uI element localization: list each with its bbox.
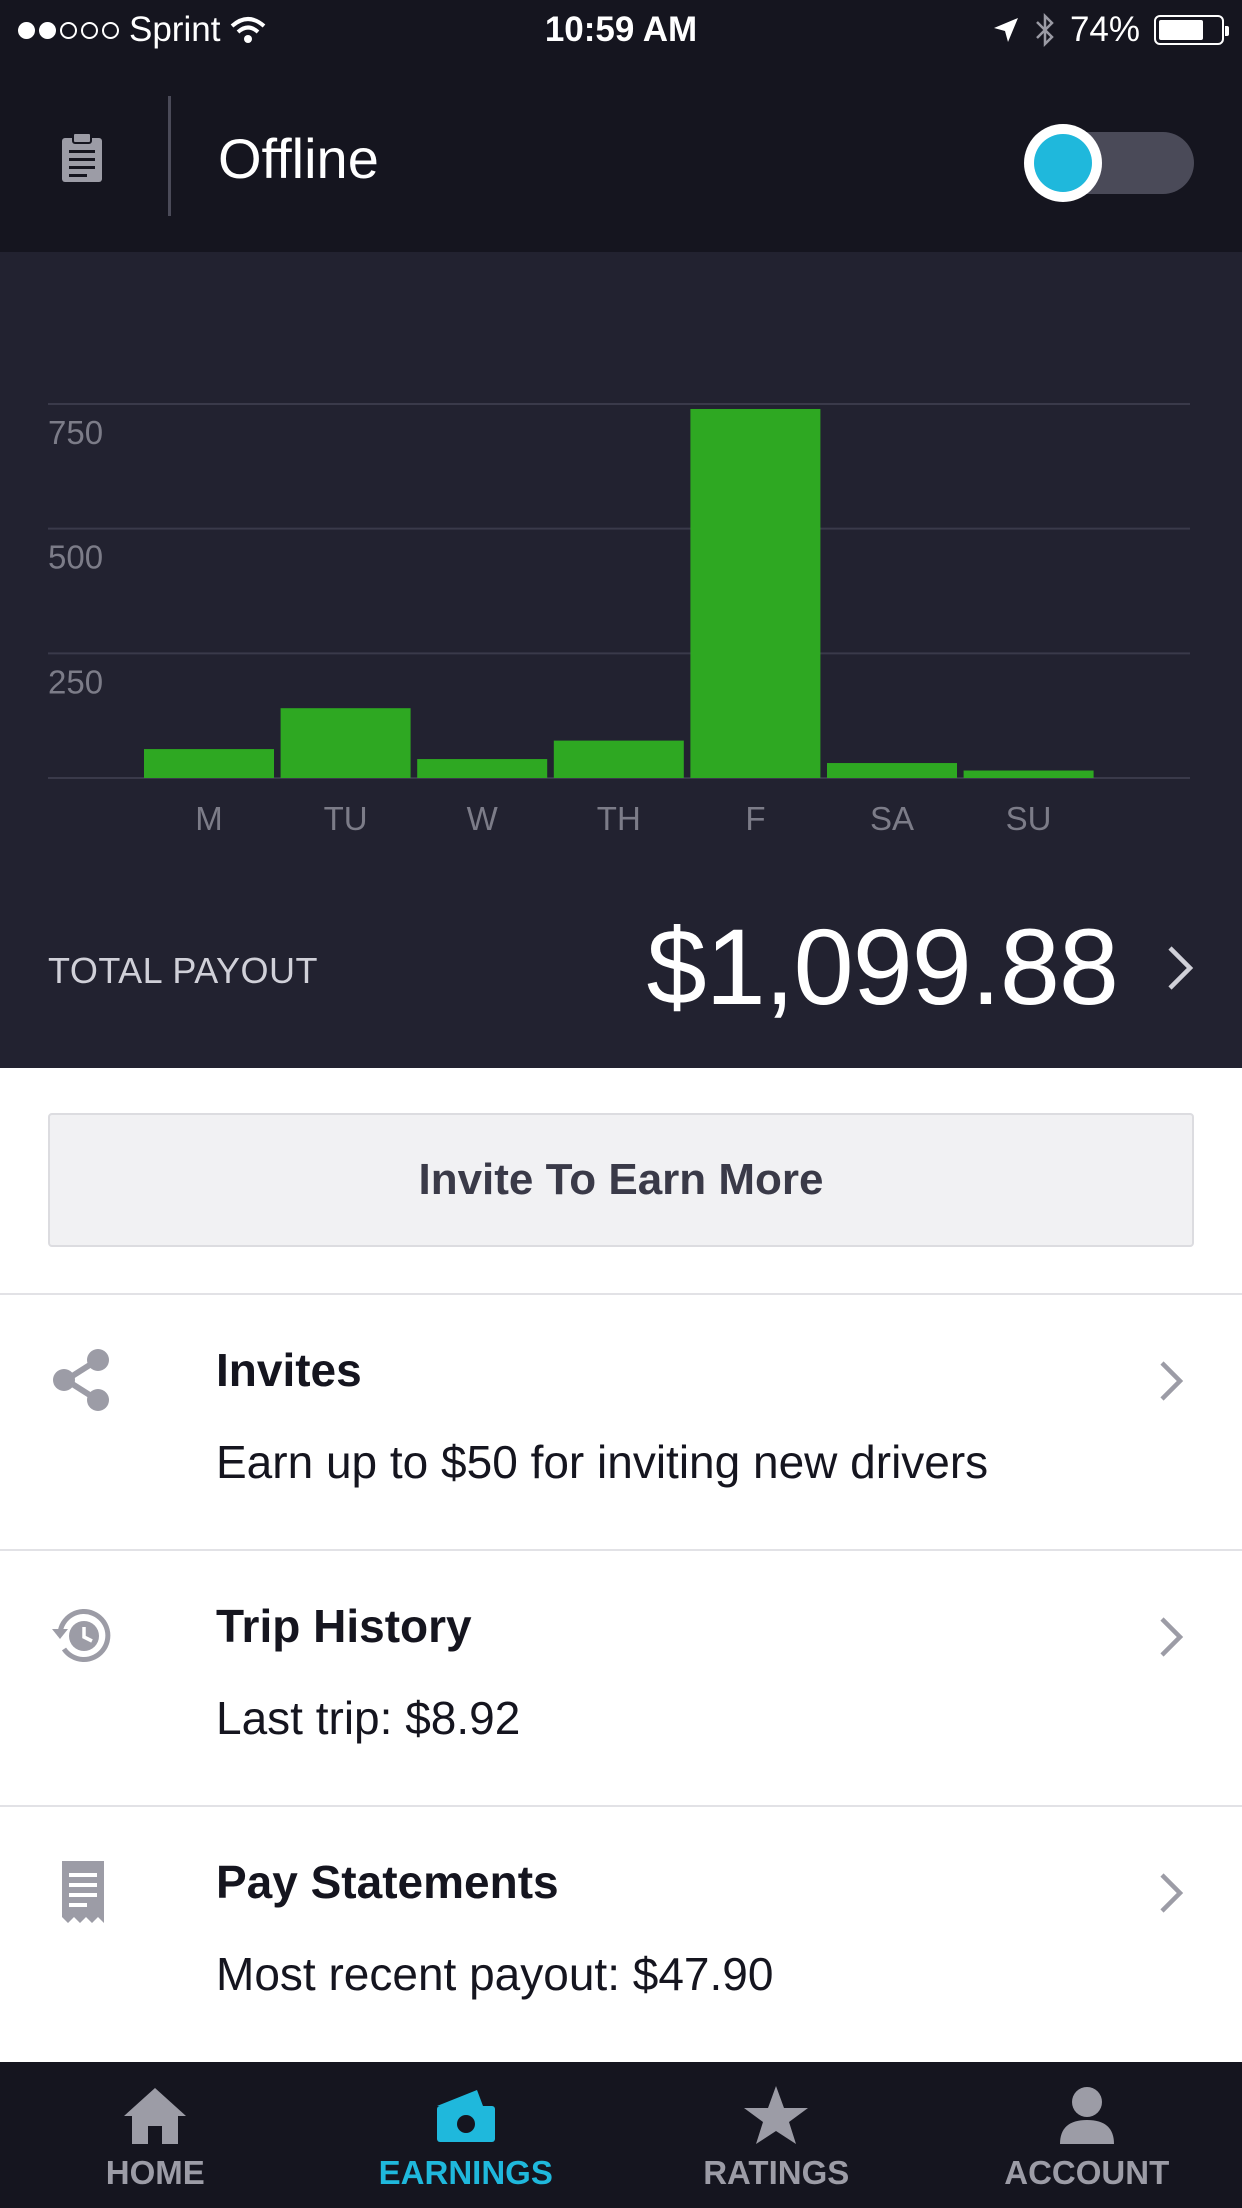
row-subtitle: Most recent payout: $47.90 (216, 1948, 774, 2000)
bar-su (963, 770, 1094, 778)
app-header: Offline (0, 62, 1242, 252)
weekly-earnings-chart: 250 500 750 M TU W TH F SA SU (48, 403, 1190, 837)
total-payout-value[interactable]: $1,099.88 (647, 904, 1119, 1029)
earnings-chart-panel: 250 500 750 M TU W TH F SA SU TOTAL PAYOUT $1,099… (0, 252, 1242, 1068)
list-item-pay-statements[interactable]: Pay Statements Most recent payout: $47.9… (0, 1805, 1242, 2061)
chevron-right-icon (1160, 1617, 1184, 1657)
battery-percent: 74% (1069, 10, 1140, 49)
total-payout-label: TOTAL PAYOUT (48, 950, 319, 991)
location-arrow-icon (993, 18, 1018, 42)
y-tick-label: 250 (48, 663, 103, 700)
invite-to-earn-more-button[interactable]: Invite To Earn More (48, 1113, 1194, 1247)
home-icon (124, 2088, 187, 2144)
y-tick-label: 750 (48, 414, 103, 451)
bar-tu (280, 708, 411, 778)
bottom-tab-bar: HOME EARNINGS RATINGS ACCOUNT (0, 2062, 1242, 2208)
receipt-icon (62, 1861, 104, 1923)
star-icon (744, 2086, 809, 2144)
chevron-right-icon[interactable] (1166, 944, 1194, 992)
bar-m (144, 749, 274, 778)
header-divider (168, 96, 171, 216)
tab-ratings[interactable]: RATINGS (621, 2062, 932, 2208)
x-tick-label: F (745, 800, 765, 837)
row-title: Invites (216, 1344, 362, 1396)
earnings-icon (436, 2090, 495, 2142)
bar-sa (827, 763, 957, 778)
share-icon (53, 1349, 109, 1411)
bar-f (690, 408, 821, 778)
tab-account[interactable]: ACCOUNT (932, 2062, 1242, 2208)
x-tick-label: TU (324, 800, 368, 837)
tab-label: HOME (105, 2154, 205, 2191)
row-subtitle: Earn up to $50 for inviting new drivers (216, 1436, 989, 1488)
row-title: Pay Statements (216, 1856, 559, 1908)
tab-label: EARNINGS (378, 2154, 553, 2191)
bluetooth-icon (1036, 13, 1054, 47)
status-right: 74% (992, 10, 1229, 50)
row-title: Trip History (216, 1600, 472, 1652)
status-bar: Sprint 10:59 AM 74% (0, 0, 1242, 62)
driver-status-title: Offline (218, 127, 379, 190)
person-icon (1059, 2087, 1114, 2144)
clipboard-icon[interactable] (60, 132, 104, 184)
chevron-right-icon (1160, 1361, 1184, 1401)
x-tick-label: SA (870, 800, 914, 837)
tab-home[interactable]: HOME (0, 2062, 311, 2208)
battery-icon (1154, 15, 1229, 45)
bar-th (553, 740, 684, 778)
list-item-invites[interactable]: Invites Earn up to $50 for inviting new … (0, 1293, 1242, 1549)
x-tick-label: SU (1006, 800, 1052, 837)
x-tick-label: TH (597, 800, 641, 837)
x-tick-label: W (467, 800, 499, 837)
history-icon (52, 1609, 111, 1663)
tab-label: ACCOUNT (1004, 2154, 1170, 2191)
chevron-right-icon (1160, 1873, 1184, 1913)
bar-w (417, 759, 548, 778)
x-tick-label: M (195, 800, 223, 837)
toggle-knob (1024, 124, 1102, 202)
list-item-trip-history[interactable]: Trip History Last trip: $8.92 (0, 1549, 1242, 1805)
row-subtitle: Last trip: $8.92 (216, 1692, 521, 1744)
online-toggle[interactable] (1024, 124, 1194, 202)
tab-earnings[interactable]: EARNINGS (311, 2062, 622, 2208)
tab-label: RATINGS (703, 2154, 850, 2191)
y-tick-label: 500 (48, 539, 103, 576)
